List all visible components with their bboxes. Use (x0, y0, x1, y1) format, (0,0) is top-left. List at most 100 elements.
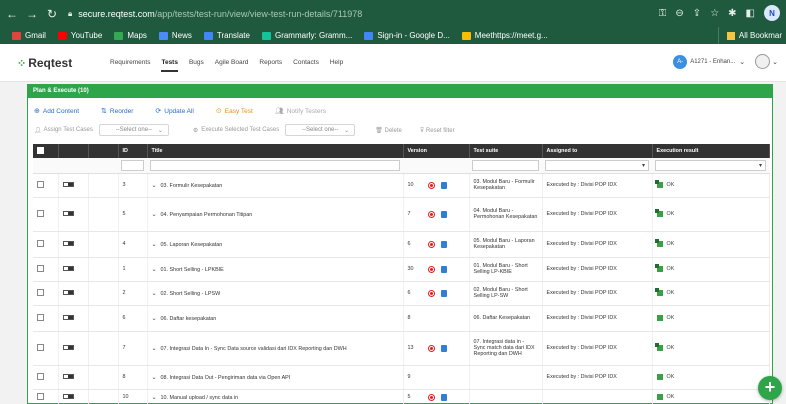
chevron-down-icon[interactable]: ⌄ (152, 182, 157, 189)
record-icon[interactable] (427, 344, 435, 352)
execution-result[interactable]: OK (654, 239, 765, 247)
assigned-filter-select[interactable]: ▾ (545, 159, 649, 171)
toggle-icon[interactable] (62, 240, 74, 246)
bookmark-item[interactable]: YouTube (57, 31, 102, 40)
nav-tests[interactable]: Tests (161, 59, 178, 72)
execution-result[interactable]: OK (654, 180, 765, 188)
zoom-icon[interactable]: ⊖ (675, 8, 683, 19)
toggle-icon[interactable] (62, 210, 74, 216)
execution-result[interactable]: OK (654, 343, 765, 351)
nav-help[interactable]: Help (330, 59, 343, 72)
col-assigned-to[interactable]: Assigned to (542, 144, 653, 158)
profile-avatar[interactable]: N (764, 5, 780, 21)
row-title[interactable]: ⌄ 05. Laporan Kesepakatan (147, 231, 404, 258)
col-title[interactable]: Title (147, 144, 404, 158)
toggle-icon[interactable] (62, 289, 74, 295)
record-icon[interactable] (427, 393, 435, 401)
document-icon[interactable] (440, 240, 447, 248)
table-row[interactable]: 10 ⌄ 10. Manual upload / sync data in 5 OK (33, 389, 770, 404)
toggle-icon[interactable] (62, 393, 74, 399)
execution-result[interactable]: OK (654, 209, 765, 217)
nav-contacts[interactable]: Contacts (293, 59, 319, 72)
row-checkbox[interactable] (37, 392, 44, 400)
execution-result[interactable]: OK (656, 315, 765, 321)
table-row[interactable]: 1 ⌄ 01. Short Selling - LPKBIE 30 01. Modul … (33, 257, 770, 282)
table-row[interactable]: 6 ⌄ 06. Daftar kesepakatan 8 06. Daftar Kese… (33, 305, 770, 332)
chevron-down-icon[interactable]: ⌄ (152, 394, 157, 401)
address-bar[interactable]: 🔒︎ secure.reqtest.com /app/tests/test-ru… (68, 9, 362, 19)
row-title[interactable]: ⌄ 06. Daftar kesepakatan (147, 305, 404, 332)
row-checkbox[interactable] (37, 343, 44, 351)
row-title[interactable]: ⌄ 01. Short Selling - LPKBIE (147, 257, 404, 282)
bookmark-item[interactable]: Grammarly: Gramm... (261, 31, 352, 40)
row-title[interactable]: ⌄ 03. Formulir Kesepakatan (147, 173, 404, 198)
row-title[interactable]: ⌄ 10. Manual upload / sync data in (147, 389, 404, 404)
row-checkbox[interactable] (37, 313, 44, 321)
record-icon[interactable] (427, 210, 435, 218)
nav-bugs[interactable]: Bugs (189, 59, 204, 72)
key-icon[interactable]: ⚿ (659, 8, 667, 19)
sidepanel-icon[interactable]: ◧ (746, 8, 755, 19)
update-all-button[interactable]: ⟳ Update All (155, 107, 194, 116)
nav-agile-board[interactable]: Agile Board (215, 59, 249, 72)
assign-select[interactable]: --Select one-- ⌄ (98, 124, 169, 136)
row-checkbox[interactable] (37, 288, 44, 296)
notify-testers-button[interactable]: 👥︎ Notify Testers (275, 107, 326, 116)
row-title[interactable]: ⌄ 02. Short Selling - LPSW (147, 281, 404, 306)
reorder-button[interactable]: ⇅ Reorder (101, 107, 133, 116)
document-icon[interactable] (440, 393, 447, 401)
chevron-down-icon[interactable]: ⌄ (152, 241, 157, 248)
table-row[interactable]: 7 ⌄ 07. Integrasi Data In - Sync Data sour… (33, 331, 770, 366)
row-checkbox[interactable] (37, 264, 44, 272)
document-icon[interactable] (440, 210, 447, 218)
table-row[interactable]: 2 ⌄ 02. Short Selling - LPSW 6 02. Modul Bar… (33, 281, 770, 306)
delete-button[interactable]: 🗑︎ Delete (375, 127, 402, 134)
title-filter-input[interactable] (150, 159, 400, 171)
col-id[interactable]: ID (118, 144, 148, 158)
document-icon[interactable] (440, 344, 447, 352)
row-checkbox[interactable] (37, 239, 44, 247)
add-content-button[interactable]: ⊕ Add Content (34, 107, 79, 116)
bookmark-item[interactable]: Maps (114, 31, 147, 40)
toggle-icon[interactable] (62, 314, 74, 320)
chevron-down-icon[interactable]: ⌄ (152, 290, 157, 297)
result-filter-select[interactable]: ▾ (655, 159, 766, 171)
chevron-down-icon[interactable]: ⌄ (152, 211, 157, 218)
document-icon[interactable] (440, 289, 447, 297)
add-fab-button[interactable]: + (758, 376, 782, 400)
col-test-suite[interactable]: Test suite (469, 144, 543, 158)
record-icon[interactable] (427, 265, 435, 273)
col-execution-result[interactable]: Execution result (652, 144, 770, 158)
execution-result[interactable]: OK (654, 288, 765, 296)
bookmark-item[interactable]: Gmail (12, 31, 46, 40)
suite-filter-input[interactable] (472, 159, 539, 171)
row-title[interactable]: ⌄ 04. Penyampaian Permohonan Titipan (147, 197, 404, 232)
row-title[interactable]: ⌄ 07. Integrasi Data In - Sync Data sourc… (147, 331, 404, 366)
select-all-checkbox[interactable] (37, 146, 44, 154)
reset-filter-button[interactable]: ⊽ Reset filter (420, 127, 455, 134)
record-icon[interactable] (427, 289, 435, 297)
chevron-down-icon[interactable]: ⌄ (152, 315, 157, 322)
row-checkbox[interactable] (37, 372, 44, 380)
row-title[interactable]: ⌄ 08. Integrasi Data Out - Pengiriman dat… (147, 365, 404, 390)
toggle-icon[interactable] (62, 181, 74, 187)
bookmark-item[interactable]: News (158, 31, 192, 40)
bookmark-item[interactable]: Translate (203, 31, 250, 40)
row-checkbox[interactable] (37, 209, 44, 217)
all-bookmarks[interactable]: All Bookmar (717, 27, 786, 44)
chevron-down-icon[interactable]: ⌄ (152, 374, 157, 381)
execution-result[interactable]: OK (654, 264, 765, 272)
record-icon[interactable] (427, 240, 435, 248)
table-row[interactable]: 5 ⌄ 04. Penyampaian Permohonan Titipan 7 04.… (33, 197, 770, 232)
nav-requirements[interactable]: Requirements (110, 59, 150, 72)
execution-result[interactable]: OK (656, 374, 765, 380)
nav-reports[interactable]: Reports (259, 59, 282, 72)
table-row[interactable]: 8 ⌄ 08. Integrasi Data Out - Pengiriman da… (33, 365, 770, 390)
reload-icon[interactable]: ↻ (44, 7, 60, 21)
table-row[interactable]: 4 ⌄ 05. Laporan Kesepakatan 6 05. Modul Baru… (33, 231, 770, 258)
star-icon[interactable]: ☆ (710, 8, 719, 19)
easy-test-button[interactable]: ⊙ Easy Test (216, 107, 253, 116)
col-version[interactable]: Version (403, 144, 470, 158)
execute-select[interactable]: --Select one-- ⌄ (285, 124, 356, 136)
toggle-icon[interactable] (62, 265, 74, 271)
